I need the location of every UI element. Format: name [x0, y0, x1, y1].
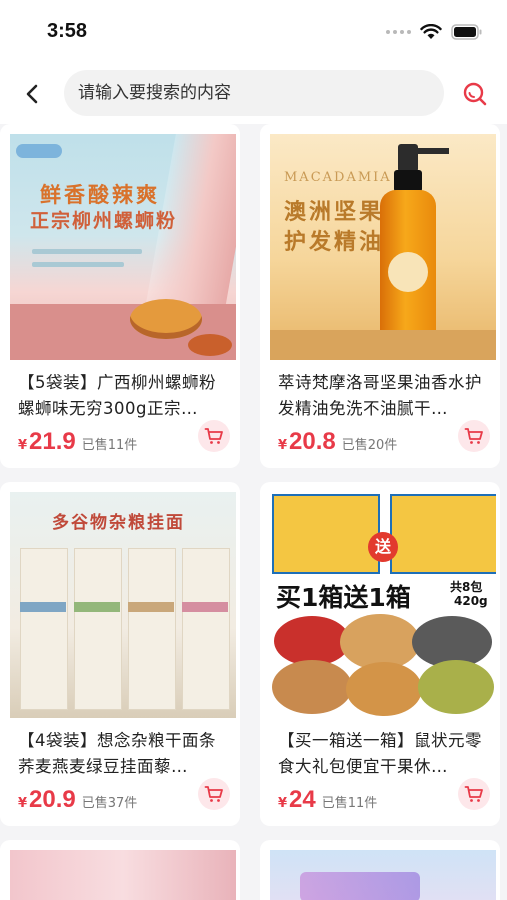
image-gift-badge: 送 [368, 532, 398, 562]
product-price: 21.9 [29, 428, 76, 455]
product-price: 24 [289, 786, 316, 813]
product-card[interactable]: 多谷物杂粮挂面 【4袋装】想念杂粮干面条荞麦燕麦绿豆挂面藜… ¥ 20.9 已售… [0, 482, 240, 826]
product-image: 送 买1箱送1箱 共8包 420g [270, 492, 496, 718]
search-icon [463, 82, 487, 106]
image-subheadline: 正宗柳州螺蛳粉 [30, 210, 178, 232]
status-bar: 3:58 [0, 0, 507, 62]
sold-count: 已售20件 [341, 438, 398, 453]
sold-count: 已售11件 [321, 796, 378, 811]
product-title: 【买一箱送一箱】鼠状元零食大礼包便宜干果休… [278, 731, 482, 776]
product-price: 20.9 [29, 786, 76, 813]
cart-icon [204, 428, 223, 444]
status-time: 3:58 [47, 20, 88, 42]
currency-symbol: ¥ [278, 438, 288, 453]
sold-count: 已售37件 [81, 796, 138, 811]
cart-icon [464, 786, 483, 802]
price-row: ¥ 20.9 已售37件 [18, 786, 137, 814]
status-icons [386, 24, 483, 40]
image-weight: 420g [454, 594, 488, 608]
product-card[interactable]: 鲜香酸辣爽 正宗柳州螺蛳粉 【5袋装】广西柳州螺蛳粉螺蛳味无穷300g正宗… ¥… [0, 124, 240, 468]
price-row: ¥ 24 已售11件 [278, 786, 377, 814]
chevron-left-icon [26, 84, 38, 104]
product-title: 【4袋装】想念杂粮干面条荞麦燕麦绿豆挂面藜… [18, 731, 216, 776]
search-box[interactable] [64, 70, 444, 116]
currency-symbol: ¥ [18, 796, 28, 811]
currency-symbol: ¥ [278, 796, 288, 811]
back-button[interactable] [16, 78, 48, 110]
product-title: 【5袋装】广西柳州螺蛳粉螺蛳味无穷300g正宗… [18, 373, 216, 418]
battery-icon [451, 24, 482, 40]
sold-count: 已售11件 [81, 438, 138, 453]
image-subheadline: 护发精油 [284, 229, 385, 255]
cart-icon [204, 786, 223, 802]
product-card[interactable]: 送 买1箱送1箱 共8包 420g 【买一箱送一箱】鼠状元零食大礼包便宜干果休…… [260, 482, 500, 826]
signal-icon [386, 30, 411, 34]
add-to-cart-button[interactable] [198, 420, 230, 452]
add-to-cart-button[interactable] [198, 778, 230, 810]
search-header [0, 62, 507, 124]
image-headline: 鲜香酸辣爽 [40, 182, 160, 207]
product-card[interactable] [260, 840, 500, 900]
product-image [10, 850, 236, 900]
search-input[interactable] [76, 82, 444, 104]
image-headline: 多谷物杂粮挂面 [52, 513, 185, 533]
image-headline: 澳洲坚果 [284, 199, 385, 225]
product-image: 多谷物杂粮挂面 [10, 492, 236, 718]
image-brand: MACADAMIA [284, 170, 392, 185]
search-button[interactable] [459, 78, 491, 110]
product-image [270, 850, 496, 900]
product-price: 20.8 [289, 428, 336, 455]
product-image: 鲜香酸辣爽 正宗柳州螺蛳粉 [10, 134, 236, 360]
wifi-icon [420, 24, 442, 39]
price-row: ¥ 21.9 已售11件 [18, 428, 137, 456]
price-row: ¥ 20.8 已售20件 [278, 428, 397, 456]
product-title: 萃诗梵摩洛哥坚果油香水护发精油免洗不油腻干… [278, 373, 482, 418]
image-headline: 买1箱送1箱 [276, 583, 411, 612]
cart-icon [464, 428, 483, 444]
product-grid: 鲜香酸辣爽 正宗柳州螺蛳粉 【5袋装】广西柳州螺蛳粉螺蛳味无穷300g正宗… ¥… [0, 124, 507, 900]
add-to-cart-button[interactable] [458, 778, 490, 810]
currency-symbol: ¥ [18, 438, 28, 453]
image-pack-count: 共8包 [450, 580, 483, 594]
add-to-cart-button[interactable] [458, 420, 490, 452]
product-card[interactable] [0, 840, 240, 900]
product-image: MACADAMIA 澳洲坚果 护发精油 [270, 134, 496, 360]
product-card[interactable]: MACADAMIA 澳洲坚果 护发精油 萃诗梵摩洛哥坚果油香水护发精油免洗不油腻… [260, 124, 500, 468]
